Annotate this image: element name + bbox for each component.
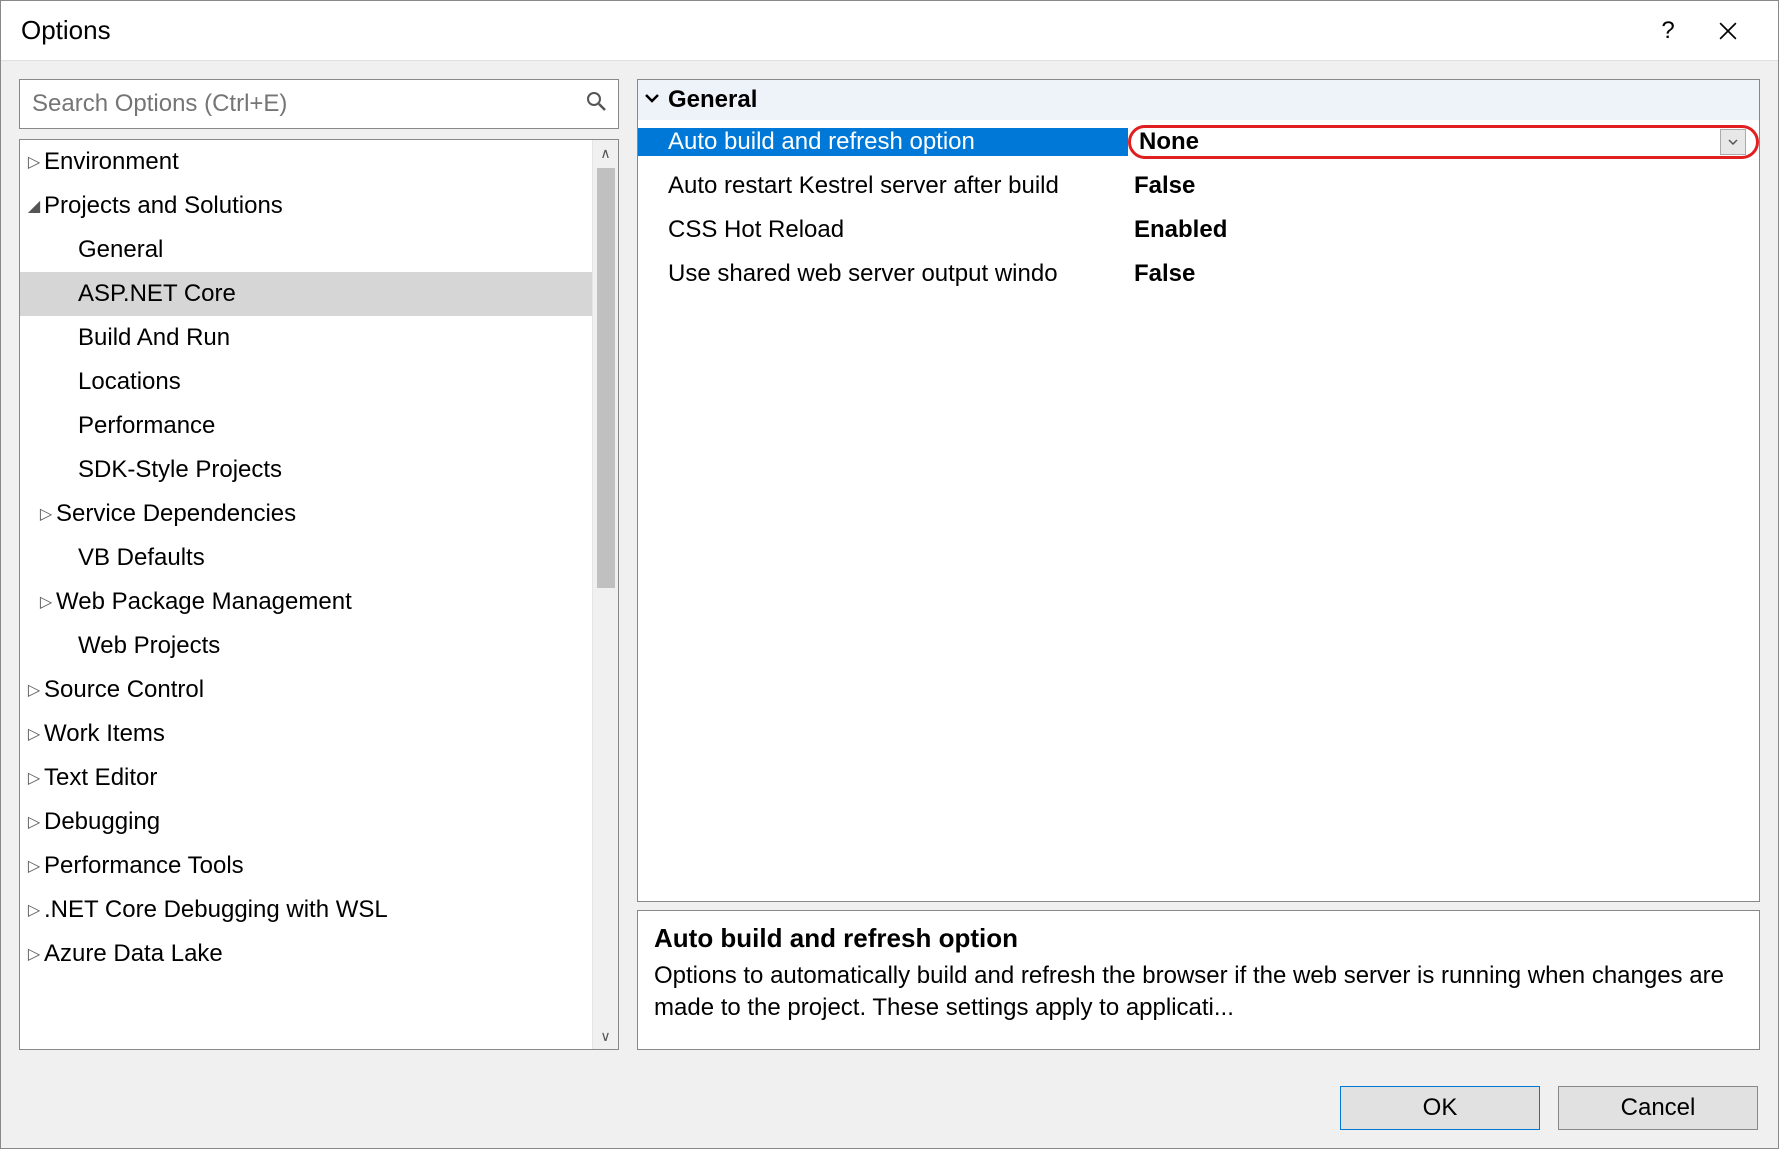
scroll-up-icon[interactable]: ∧ [600,140,610,166]
tree-item[interactable]: ▷Service Dependencies [20,492,592,536]
grid-value-text: False [1134,260,1195,287]
grid-value-text: Enabled [1134,216,1227,243]
description-panel: Auto build and refresh option Options to… [637,910,1760,1050]
expand-closed-icon[interactable]: ▷ [26,680,42,700]
tree-item-label: Performance [56,412,215,440]
tree-item-label: Projects and Solutions [44,192,283,220]
dropdown-button[interactable] [1720,129,1746,155]
titlebar: Options ? [1,1,1778,61]
tree-item-label: VB Defaults [56,544,205,572]
close-button[interactable] [1698,1,1758,61]
tree-item[interactable]: ◢Projects and Solutions [20,184,592,228]
expand-closed-icon[interactable]: ▷ [26,944,42,964]
tree-scrollbar[interactable]: ∧ ∨ [592,140,618,1049]
tree-item-label: ASP.NET Core [56,280,236,308]
tree-item-label: .NET Core Debugging with WSL [44,896,388,924]
expand-closed-icon[interactable]: ▷ [38,504,54,524]
tree-item[interactable]: ▷Text Editor [20,756,592,800]
ok-button[interactable]: OK [1340,1086,1540,1130]
search-input[interactable] [32,90,586,118]
tree-item[interactable]: VB Defaults [20,536,592,580]
tree-item[interactable]: Performance [20,404,592,448]
description-title: Auto build and refresh option [654,923,1743,954]
grid-value-text: None [1139,128,1199,155]
tree-item[interactable]: ▷Debugging [20,800,592,844]
grid-section-label: General [668,86,757,114]
expand-closed-icon[interactable]: ▷ [38,592,54,612]
tree-item-label: Source Control [44,676,204,704]
tree-item[interactable]: Locations [20,360,592,404]
tree-item-label: Performance Tools [44,852,244,880]
expand-open-icon[interactable]: ◢ [26,196,42,216]
property-grid: General Auto build and refresh option Non… [637,79,1760,902]
grid-section-header[interactable]: General [638,80,1759,120]
grid-row-label: Auto build and refresh option [638,128,1128,156]
grid-row-value[interactable]: Enabled [1128,216,1759,244]
grid-row[interactable]: Use shared web server output windoFalse [638,252,1759,296]
grid-value-text: False [1134,172,1195,199]
tree-item[interactable]: ▷Work Items [20,712,592,756]
expand-closed-icon[interactable]: ▷ [26,152,42,172]
tree-item-label: Service Dependencies [56,500,296,528]
options-dialog: Options ? ▷Environment◢Projects and Solu… [0,0,1779,1149]
tree-item-label: Azure Data Lake [44,940,223,968]
tree-item[interactable]: ▷.NET Core Debugging with WSL [20,888,592,932]
chevron-down-icon [644,90,668,111]
tree-item-label: General [56,236,163,264]
tree-item-label: Work Items [44,720,165,748]
grid-row-label: Auto restart Kestrel server after build [638,172,1128,200]
grid-row[interactable]: Auto restart Kestrel server after buildF… [638,164,1759,208]
expand-closed-icon[interactable]: ▷ [26,768,42,788]
tree-item[interactable]: ▷Source Control [20,668,592,712]
expand-closed-icon[interactable]: ▷ [26,856,42,876]
tree-item-label: Locations [56,368,181,396]
grid-row[interactable]: Auto build and refresh option None [638,120,1759,164]
search-icon [586,91,606,117]
tree-item[interactable]: General [20,228,592,272]
expand-closed-icon[interactable]: ▷ [26,724,42,744]
tree-item-label: Build And Run [56,324,230,352]
grid-row-value[interactable]: False [1128,172,1759,200]
grid-row-label: Use shared web server output windo [638,260,1128,288]
tree-item-label: Text Editor [44,764,157,792]
expand-closed-icon[interactable]: ▷ [26,900,42,920]
tree-item-label: SDK-Style Projects [56,456,282,484]
cancel-button[interactable]: Cancel [1558,1086,1758,1130]
tree-item-label: Web Projects [56,632,220,660]
tree-item[interactable]: ▷Azure Data Lake [20,932,592,976]
tree-item-label: Web Package Management [56,588,352,616]
options-tree: ▷Environment◢Projects and SolutionsGener… [19,139,619,1050]
grid-row-value[interactable]: None [1128,125,1759,159]
tree-item[interactable]: ▷Environment [20,140,592,184]
help-button[interactable]: ? [1638,1,1698,61]
chevron-down-icon [1728,139,1738,145]
expand-closed-icon[interactable]: ▷ [26,812,42,832]
grid-row[interactable]: CSS Hot ReloadEnabled [638,208,1759,252]
tree-item[interactable]: Web Projects [20,624,592,668]
tree-item-label: Environment [44,148,179,176]
description-body: Options to automatically build and refre… [654,960,1743,1025]
dialog-footer: OK Cancel [1,1068,1778,1148]
grid-row-label: CSS Hot Reload [638,216,1128,244]
search-box[interactable] [19,79,619,129]
tree-item[interactable]: ▷Performance Tools [20,844,592,888]
tree-item[interactable]: SDK-Style Projects [20,448,592,492]
tree-item[interactable]: ▷Web Package Management [20,580,592,624]
tree-item-label: Debugging [44,808,160,836]
scroll-down-icon[interactable]: ∨ [600,1023,610,1049]
grid-row-value[interactable]: False [1128,260,1759,288]
scroll-thumb[interactable] [597,168,615,588]
tree-item[interactable]: Build And Run [20,316,592,360]
tree-item[interactable]: ASP.NET Core [20,272,592,316]
window-title: Options [21,15,111,46]
close-icon [1719,22,1737,40]
